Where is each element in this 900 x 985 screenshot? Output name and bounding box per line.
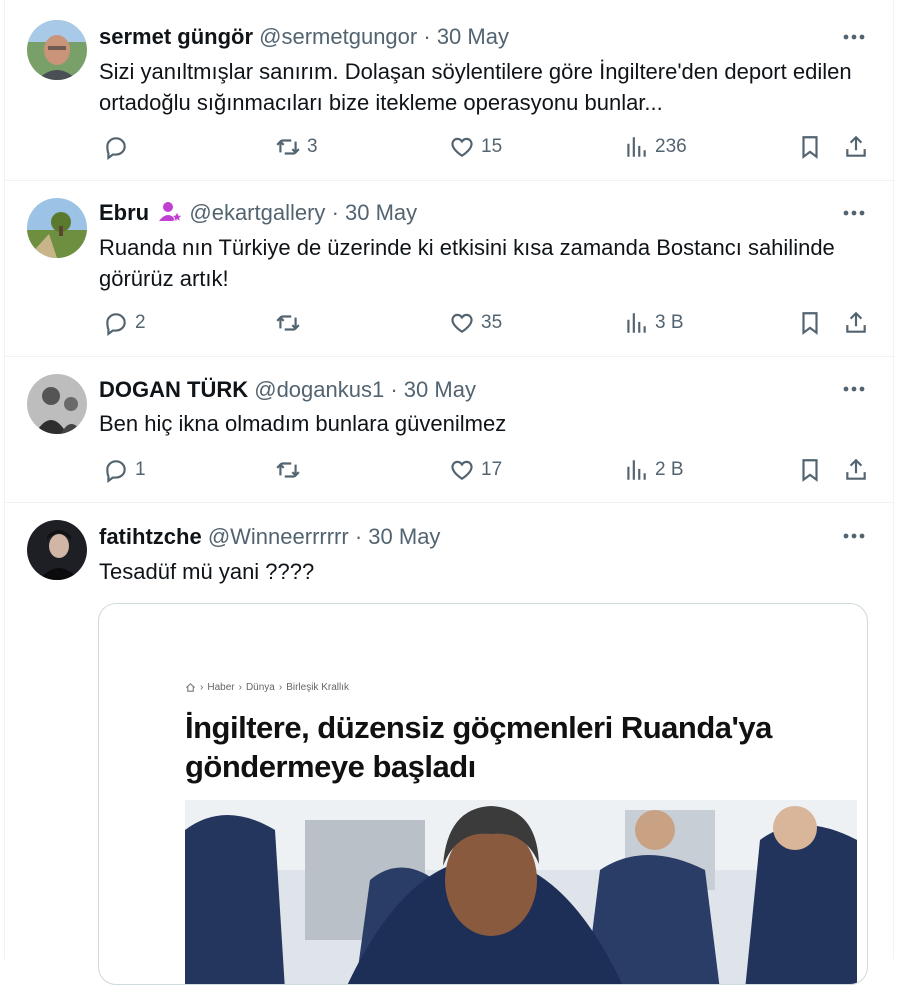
like-count: 17 bbox=[481, 459, 503, 480]
more-icon bbox=[843, 533, 865, 539]
reply-button[interactable]: 2 bbox=[103, 306, 146, 340]
tweet-header: sermet güngör @sermetgungor · 30 May bbox=[99, 22, 509, 52]
chevron-right-icon: › bbox=[200, 682, 204, 693]
timestamp[interactable]: 30 May bbox=[404, 377, 476, 402]
separator: · bbox=[390, 377, 398, 402]
views-button[interactable]: 3 B bbox=[623, 306, 684, 340]
tweet-header: Ebru @ekartgallery · 30 May bbox=[99, 198, 417, 228]
views-icon bbox=[627, 460, 646, 480]
breadcrumb: › Haber › Dünya › Birleşik Krallık bbox=[185, 682, 349, 693]
views-count: 2 B bbox=[655, 459, 684, 480]
retweet-count: 3 bbox=[307, 136, 318, 157]
bookmark-button[interactable] bbox=[797, 306, 829, 340]
separator: · bbox=[423, 24, 431, 49]
more-button[interactable] bbox=[839, 521, 869, 551]
reply-button[interactable] bbox=[103, 130, 145, 164]
like-count: 35 bbox=[481, 312, 503, 333]
tweet-text: Ben hiç ikna olmadım bunlara güvenilmez bbox=[99, 411, 507, 436]
retweet-button[interactable]: 3 bbox=[275, 130, 318, 164]
avatar[interactable] bbox=[27, 520, 87, 580]
reply-button[interactable]: 1 bbox=[103, 453, 146, 487]
handle[interactable]: @dogankus1 bbox=[254, 377, 384, 402]
like-button[interactable]: 15 bbox=[449, 130, 502, 164]
like-button[interactable]: 35 bbox=[449, 306, 502, 340]
avatar[interactable] bbox=[27, 20, 87, 80]
action-bar: 1 17 2 B bbox=[99, 453, 879, 487]
action-bar: 3 15 236 bbox=[99, 130, 879, 164]
more-button[interactable] bbox=[839, 374, 869, 404]
timestamp[interactable]: 30 May bbox=[345, 200, 417, 225]
reply-icon bbox=[106, 137, 126, 160]
share-button[interactable] bbox=[843, 130, 875, 164]
retweet-icon bbox=[276, 139, 300, 155]
bookmark-icon bbox=[802, 312, 818, 335]
retweet-icon bbox=[276, 462, 300, 478]
chevron-right-icon: › bbox=[238, 682, 242, 693]
tweet-header: fatihtzche @Winneerrrrrr · 30 May bbox=[99, 522, 440, 552]
like-button[interactable]: 17 bbox=[449, 453, 502, 487]
share-button[interactable] bbox=[843, 306, 875, 340]
timestamp[interactable]: 30 May bbox=[368, 524, 440, 549]
breadcrumb-item: Haber bbox=[207, 682, 235, 693]
display-name[interactable]: fatihtzche bbox=[99, 524, 202, 549]
separator: · bbox=[331, 200, 339, 225]
display-name[interactable]: Ebru bbox=[99, 200, 149, 225]
like-icon bbox=[451, 137, 473, 157]
reply-count: 2 bbox=[135, 312, 146, 333]
separator: · bbox=[354, 524, 363, 549]
bookmark-button[interactable] bbox=[797, 453, 829, 487]
home-icon bbox=[186, 683, 195, 692]
views-icon bbox=[627, 137, 646, 157]
avatar[interactable] bbox=[27, 374, 87, 434]
bookmark-icon bbox=[802, 136, 818, 159]
reply-count: 1 bbox=[135, 459, 146, 480]
retweet-icon bbox=[276, 315, 300, 331]
views-count: 236 bbox=[655, 136, 687, 157]
views-button[interactable]: 2 B bbox=[623, 453, 684, 487]
like-count: 15 bbox=[481, 136, 503, 157]
breadcrumb-item: Birleşik Krallık bbox=[286, 682, 349, 693]
tweet[interactable]: DOGAN TÜRK @dogankus1 · 30 May Ben hiç i… bbox=[5, 356, 893, 503]
display-name[interactable]: sermet güngör bbox=[99, 24, 253, 49]
news-photo bbox=[185, 800, 857, 984]
bookmark-button[interactable] bbox=[797, 130, 829, 164]
views-icon bbox=[627, 313, 646, 333]
breadcrumb-item: Dünya bbox=[245, 682, 275, 693]
reply-icon bbox=[106, 313, 126, 336]
tweet[interactable]: Ebru @ekartgallery · 30 May Ruanda nın T… bbox=[5, 180, 893, 357]
action-bar: 2 35 3 B bbox=[99, 306, 879, 340]
more-icon bbox=[843, 386, 865, 392]
like-icon bbox=[451, 313, 473, 333]
handle[interactable]: @sermetgungor bbox=[259, 24, 417, 49]
timestamp[interactable]: 30 May bbox=[437, 24, 509, 49]
person-badge-icon bbox=[159, 202, 184, 223]
avatar[interactable] bbox=[27, 198, 87, 258]
share-icon bbox=[846, 458, 866, 480]
handle[interactable]: @Winneerrrrrr bbox=[208, 524, 349, 549]
display-name[interactable]: DOGAN TÜRK bbox=[99, 377, 248, 402]
like-icon bbox=[451, 460, 473, 480]
bookmark-icon bbox=[802, 459, 818, 482]
handle[interactable]: @ekartgallery bbox=[189, 200, 325, 225]
retweet-button[interactable] bbox=[275, 306, 317, 340]
chevron-right-icon: › bbox=[278, 682, 283, 693]
more-icon bbox=[843, 34, 865, 40]
share-button[interactable] bbox=[843, 453, 875, 487]
more-button[interactable] bbox=[839, 22, 869, 52]
share-icon bbox=[846, 311, 866, 333]
tweet[interactable]: sermet güngör @sermetgungor · 30 May Siz… bbox=[5, 0, 893, 181]
reply-icon bbox=[106, 460, 126, 483]
more-icon bbox=[843, 210, 865, 216]
attached-image[interactable]: › Haber › Dünya › Birleşik Krallık İngil… bbox=[98, 603, 868, 985]
article-headline: İngiltere, düzensiz göçmenleri Ruanda'ya… bbox=[185, 710, 772, 784]
tweet-text: Ruanda nın Türkiye de üzerinde ki etkisi… bbox=[99, 235, 835, 291]
tweet-header: DOGAN TÜRK @dogankus1 · 30 May bbox=[99, 375, 476, 405]
retweet-button[interactable] bbox=[275, 453, 317, 487]
tweet-text: Sizi yanıltmışlar sanırım. Dolaşan söyle… bbox=[99, 59, 852, 115]
views-button[interactable]: 236 bbox=[623, 130, 687, 164]
more-button[interactable] bbox=[839, 198, 869, 228]
views-count: 3 B bbox=[655, 312, 684, 333]
tweet-text: Tesadüf mü yani ???? bbox=[99, 559, 315, 584]
share-icon bbox=[846, 135, 866, 157]
